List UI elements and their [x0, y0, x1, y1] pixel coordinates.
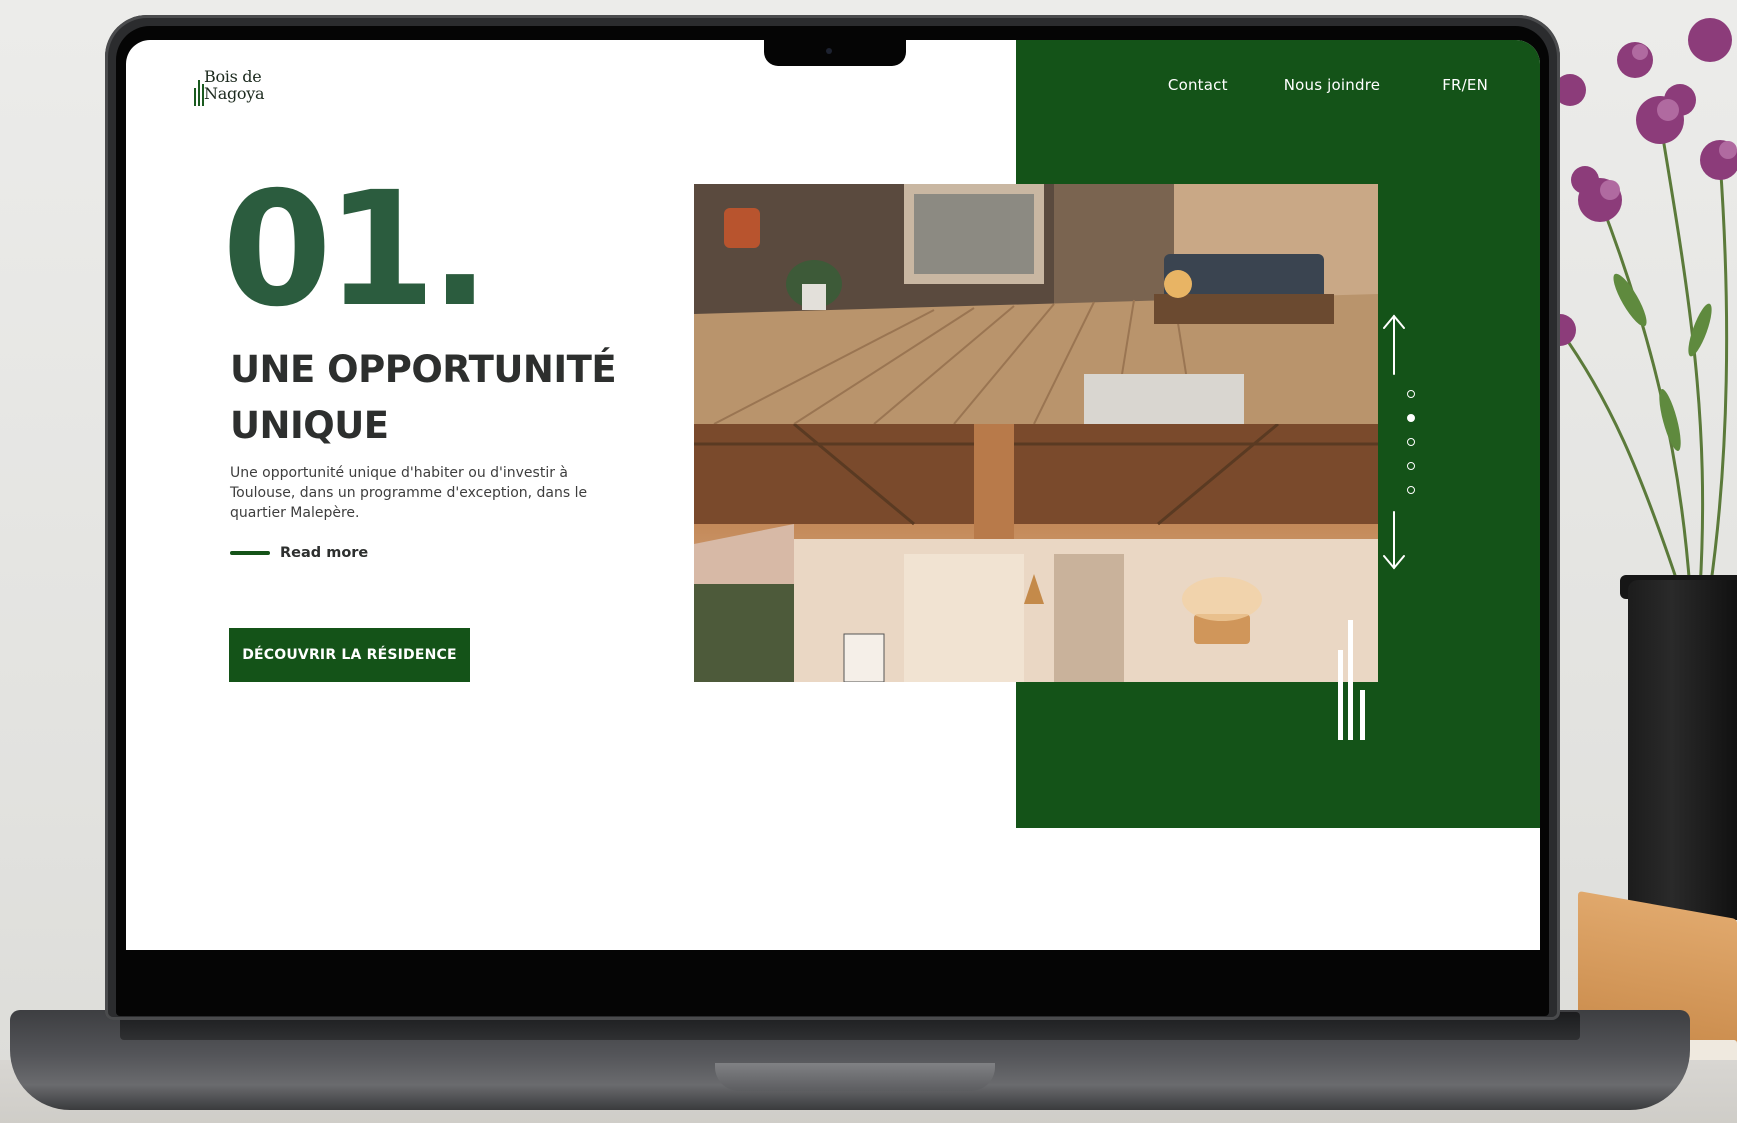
nav-contact-link[interactable]: Contact [1168, 76, 1228, 94]
slide-dot-3[interactable] [1407, 438, 1415, 446]
hero-title: UNE OPPORTUNITÉ UNIQUE [230, 342, 650, 454]
tree-bars-icon [1338, 620, 1365, 740]
read-more-link[interactable]: Read more [230, 543, 368, 563]
hero-slide-number: 01. [222, 158, 490, 342]
site-logo[interactable]: Bois de Nagoya [194, 68, 294, 108]
discover-residence-button[interactable]: DÉCOUVRIR LA RÉSIDENCE [229, 628, 470, 682]
logo-text: Bois de Nagoya [204, 67, 265, 103]
slide-dot-1[interactable] [1407, 390, 1415, 398]
website-screen: Bois de Nagoya Contact Nous joindre FR/E… [126, 40, 1540, 950]
nav-join-link[interactable]: Nous joindre [1284, 76, 1381, 94]
main-nav: Contact Nous joindre FR/EN [1168, 73, 1488, 97]
logo-line-1: Bois de [204, 67, 262, 86]
hero-description: Une opportunité unique d'habiter ou d'in… [230, 465, 588, 521]
logo-line-2: Nagoya [204, 84, 265, 103]
read-more-line-icon [230, 551, 270, 555]
interior-photo-living-room [694, 184, 1378, 424]
slide-dot-4[interactable] [1407, 462, 1415, 470]
hero-image-gallery [694, 184, 1378, 682]
laptop-notch [764, 26, 906, 66]
language-switcher[interactable]: FR/EN [1442, 76, 1488, 94]
plant-pot [1628, 580, 1737, 920]
laptop-hinge [715, 1063, 995, 1091]
slide-indicator [1407, 390, 1417, 500]
slide-dot-2[interactable] [1407, 414, 1415, 422]
hero-title-line-1: UNE OPPORTUNITÉ [230, 348, 617, 391]
interior-photo-terrace [694, 424, 1378, 682]
arrow-down-icon[interactable] [1383, 511, 1405, 570]
arrow-up-icon[interactable] [1383, 314, 1405, 375]
camera-icon [826, 48, 832, 54]
plant-decoration [1544, 18, 1737, 591]
slider-arrows [1383, 314, 1405, 570]
read-more-label: Read more [280, 545, 369, 561]
tree-bars-icon [194, 76, 204, 106]
hero-title-line-2: UNIQUE [230, 404, 389, 447]
slide-dot-5[interactable] [1407, 486, 1415, 494]
